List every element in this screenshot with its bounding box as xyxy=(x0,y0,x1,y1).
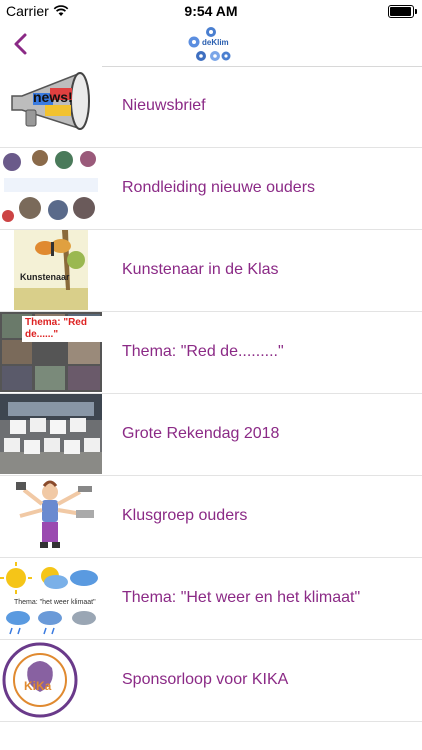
list-item-klusgroep[interactable]: Klusgroep ouders xyxy=(0,476,422,558)
list-item-thema-red-de[interactable]: Thema: "Red de......" Thema: "Red de....… xyxy=(0,312,422,394)
collage-thumbnail xyxy=(0,148,102,228)
chevron-left-icon xyxy=(14,33,27,55)
thumb-text-kunstenaar: Kunstenaar xyxy=(20,272,70,282)
list-item-label: Grote Rekendag 2018 xyxy=(122,425,280,442)
list-item-label: Thema: "Het weer en het klimaat" xyxy=(122,589,361,606)
kika-logo-thumbnail: KiKa xyxy=(0,640,102,720)
list-item-grote-rekendag[interactable]: Grote Rekendag 2018 xyxy=(0,394,422,476)
list-item-thema-weer[interactable]: Thema: "het weer klimaat" Thema: "Het we… xyxy=(0,558,422,640)
battery-level xyxy=(390,7,411,16)
back-button[interactable] xyxy=(10,28,40,60)
battery-icon xyxy=(388,5,417,18)
logo-text: deKlim xyxy=(202,38,229,47)
list-item-label: Sponsorloop voor KIKA xyxy=(122,671,289,688)
megaphone-thumbnail: news! xyxy=(0,66,102,146)
thumb-text-kika: KiKa xyxy=(24,679,52,693)
school-logo: deKlim xyxy=(186,26,236,62)
list-item-rondleiding[interactable]: Rondleiding nieuwe ouders xyxy=(0,148,422,230)
list-item-label: Rondleiding nieuwe ouders xyxy=(122,179,316,196)
thumb-text-news: news! xyxy=(33,89,73,105)
butterfly-thumbnail: Kunstenaar xyxy=(0,230,102,310)
list-item-label: Nieuwsbrief xyxy=(122,97,206,114)
handyman-thumbnail xyxy=(0,476,102,556)
list-item-sponsorloop[interactable]: KiKa Sponsorloop voor KIKA xyxy=(0,640,422,722)
status-bar: Carrier 9:54 AM xyxy=(0,0,422,22)
list-item-label: Thema: "Red de........." xyxy=(122,343,284,360)
thumb-text-weer: Thema: "het weer klimaat" xyxy=(14,599,96,606)
photo-grid-thumbnail: Thema: "Red de......" xyxy=(0,312,102,392)
list-item-label: Klusgroep ouders xyxy=(122,507,248,524)
weather-thumbnail: Thema: "het weer klimaat" xyxy=(0,558,102,638)
nav-bar: deKlim xyxy=(0,22,422,67)
item-list: news! Nieuwsbrief Rondleiding nieuwe oud… xyxy=(0,66,422,722)
list-item-kunstenaar[interactable]: Kunstenaar Kunstenaar in de Klas xyxy=(0,230,422,312)
list-item-label: Kunstenaar in de Klas xyxy=(122,261,279,278)
list-item-nieuwsbrief[interactable]: news! Nieuwsbrief xyxy=(0,66,422,148)
status-time: 9:54 AM xyxy=(184,3,238,19)
thumb-text-red-de: Thema: "Red de......" xyxy=(22,316,102,342)
rekendag-thumbnail xyxy=(0,394,102,474)
